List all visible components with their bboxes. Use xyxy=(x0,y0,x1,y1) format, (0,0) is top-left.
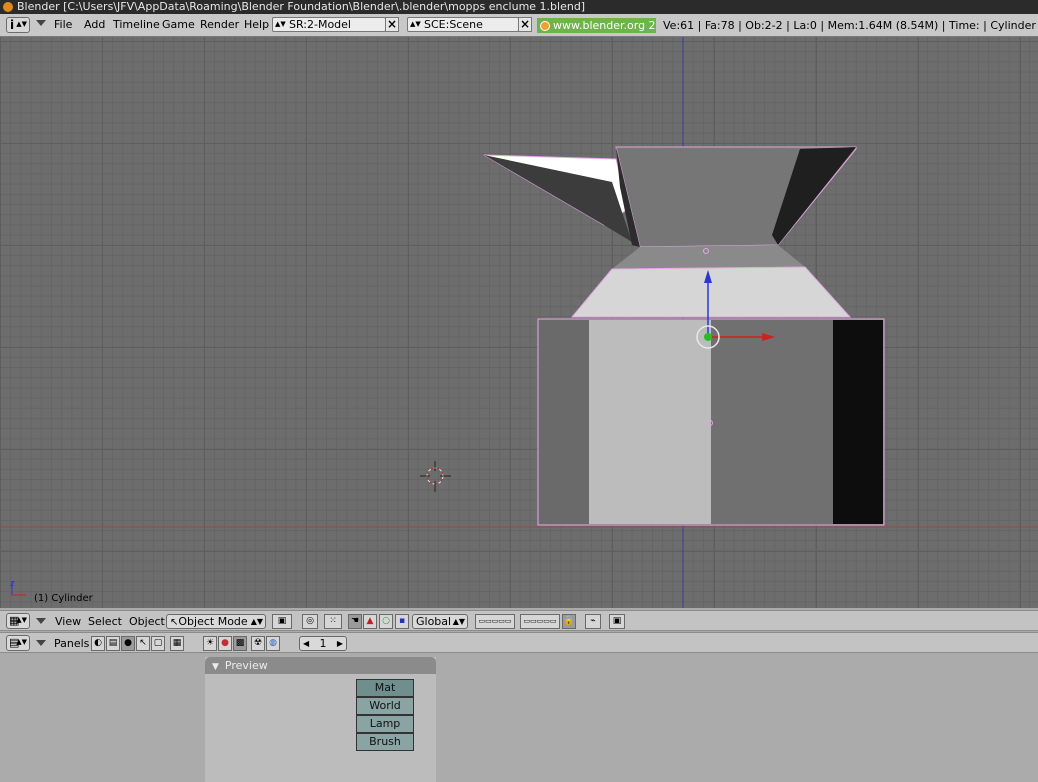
scene-selector[interactable]: ▲▼ SCE:Scene xyxy=(407,17,519,32)
lamp-buttons-icon[interactable]: ☀ xyxy=(203,636,217,651)
preview-tab-world[interactable]: World xyxy=(356,697,414,715)
editor-type-3dview-icon[interactable]: ▦ ▲▼ xyxy=(6,613,30,629)
buttons-window xyxy=(0,653,1038,782)
orientation-name: Global xyxy=(416,615,452,628)
mode-name: Object Mode xyxy=(178,615,248,628)
editor-type-buttons-icon[interactable]: ▤ ▲▼ xyxy=(6,635,30,651)
preview-tab-lamp[interactable]: Lamp xyxy=(356,715,414,733)
pivot-icon[interactable]: ◎ xyxy=(302,614,318,629)
3d-cursor-icon[interactable] xyxy=(420,461,451,492)
window-titlebar: Blender [C:\Users\JFV\AppData\Roaming\Bl… xyxy=(0,0,1038,14)
panels-menu[interactable]: Panels xyxy=(54,637,89,651)
axis-widget-icon: z xyxy=(10,579,26,596)
buttons-collapse-icon[interactable] xyxy=(36,640,46,646)
layer-buttons-group-1[interactable]: ▭▭▭▭▭ xyxy=(475,614,515,629)
editor-type-info-icon[interactable]: i ▲▼ xyxy=(6,17,30,33)
scale-icon[interactable]: ▪ xyxy=(395,614,409,629)
3d-view-header: ▦ ▲▼ View Select Object ↖Object Mode ▲▼ ▣ … xyxy=(0,610,1038,631)
scene-context-icon[interactable]: ▦ xyxy=(170,636,184,651)
menu-file[interactable]: File xyxy=(54,18,72,32)
link-icon[interactable]: ⌁ xyxy=(585,614,601,629)
texture-buttons-icon[interactable]: ▩ xyxy=(233,636,247,651)
menu-select[interactable]: Select xyxy=(88,615,122,629)
scene-name[interactable]: SCE:Scene xyxy=(424,18,483,31)
menu-render[interactable]: Render xyxy=(200,18,239,32)
screen-selector[interactable]: ▲▼ SR:2-Model xyxy=(272,17,386,32)
panel-collapse-icon[interactable]: ▼ xyxy=(212,659,219,676)
script-context-icon[interactable]: ▤ xyxy=(106,636,120,651)
menu-view[interactable]: View xyxy=(55,615,81,629)
menu-object[interactable]: Object xyxy=(129,615,165,629)
active-object-label: (1) Cylinder xyxy=(34,593,93,604)
website-link[interactable]: www.blender.org 249.2 xyxy=(537,18,656,33)
window-title: Blender [C:\Users\JFV\AppData\Roaming\Bl… xyxy=(17,0,586,13)
preview-tab-mat[interactable]: Mat xyxy=(356,679,414,697)
radio-buttons-icon[interactable]: ☢ xyxy=(251,636,265,651)
render-preview-icon[interactable]: ▣ xyxy=(609,614,625,629)
menu-add[interactable]: Add xyxy=(84,18,105,32)
header-collapse-icon[interactable] xyxy=(36,618,46,624)
svg-text:z: z xyxy=(10,579,15,589)
screen-delete-x-icon[interactable]: × xyxy=(385,17,399,32)
hand-manipulator-icon[interactable]: ☚ xyxy=(348,614,362,629)
screen-updown-icon[interactable]: ▲▼ xyxy=(275,18,286,31)
preview-panel: ▼ Preview Mat World Lamp Brush xyxy=(205,657,436,782)
frame-increment-icon[interactable]: ▶ xyxy=(337,637,343,650)
layer-buttons-group-2[interactable]: ▭▭▭▭▭ xyxy=(520,614,560,629)
world-buttons-icon[interactable]: ◍ xyxy=(266,636,280,651)
orientation-selector[interactable]: Global ▲▼ xyxy=(412,614,468,629)
layer-lock-icon[interactable]: 🔒 xyxy=(562,614,576,629)
scene-stats: Ve:61 | Fa:78 | Ob:2-2 | La:0 | Mem:1.64… xyxy=(663,19,1036,32)
object-context-icon[interactable]: ↖ xyxy=(136,636,150,651)
scene-updown-icon[interactable]: ▲▼ xyxy=(410,18,421,31)
material-buttons-icon[interactable]: ● xyxy=(218,636,232,651)
frame-field[interactable]: ◀ 1 ▶ xyxy=(299,636,347,651)
blender-web-icon xyxy=(540,21,550,31)
anvil-taper[interactable] xyxy=(570,266,852,318)
manipulator-center-dot[interactable] xyxy=(704,333,712,341)
frame-value[interactable]: 1 xyxy=(320,637,327,650)
buttons-header: ▤ ▲▼ Panels ◐ ▤ ● ↖ ▢ ▦ ☀ ● ▩ ☢ ◍ ◀ 1 ▶ xyxy=(0,632,1038,653)
cylinder-face-black xyxy=(833,320,883,524)
cylinder-face-dark xyxy=(539,320,589,524)
snap-icon[interactable]: ⁙ xyxy=(324,614,342,629)
screen-name[interactable]: SR:2-Model xyxy=(289,18,351,31)
menu-game[interactable]: Game xyxy=(162,18,195,32)
preview-tab-brush[interactable]: Brush xyxy=(356,733,414,751)
blender-logo-icon xyxy=(3,2,13,12)
draw-type-icon[interactable]: ▣ xyxy=(272,614,292,629)
frame-decrement-icon[interactable]: ◀ xyxy=(303,637,309,650)
cylinder-face-light xyxy=(589,320,711,524)
menu-timeline[interactable]: Timeline xyxy=(113,18,160,32)
mode-selector[interactable]: ↖Object Mode ▲▼ xyxy=(166,614,266,629)
shading-context-icon[interactable]: ● xyxy=(121,636,135,651)
logic-context-icon[interactable]: ◐ xyxy=(91,636,105,651)
website-text: www.blender.org 249.2 xyxy=(553,19,656,32)
scene-canvas[interactable]: z xyxy=(0,37,1038,608)
scene-delete-x-icon[interactable]: × xyxy=(518,17,532,32)
anvil-mesh[interactable] xyxy=(483,146,885,526)
rotate-icon[interactable]: ○ xyxy=(379,614,393,629)
3d-viewport[interactable]: z (1) Cylinder xyxy=(0,37,1038,608)
preview-panel-title: Preview xyxy=(224,659,268,672)
translate-icon[interactable]: ▲ xyxy=(363,614,377,629)
menu-help[interactable]: Help xyxy=(244,18,269,32)
anvil-waist xyxy=(612,245,805,269)
menu-collapse-icon[interactable] xyxy=(36,20,46,26)
preview-panel-header[interactable]: ▼ Preview xyxy=(205,657,436,674)
editing-context-icon[interactable]: ▢ xyxy=(151,636,165,651)
